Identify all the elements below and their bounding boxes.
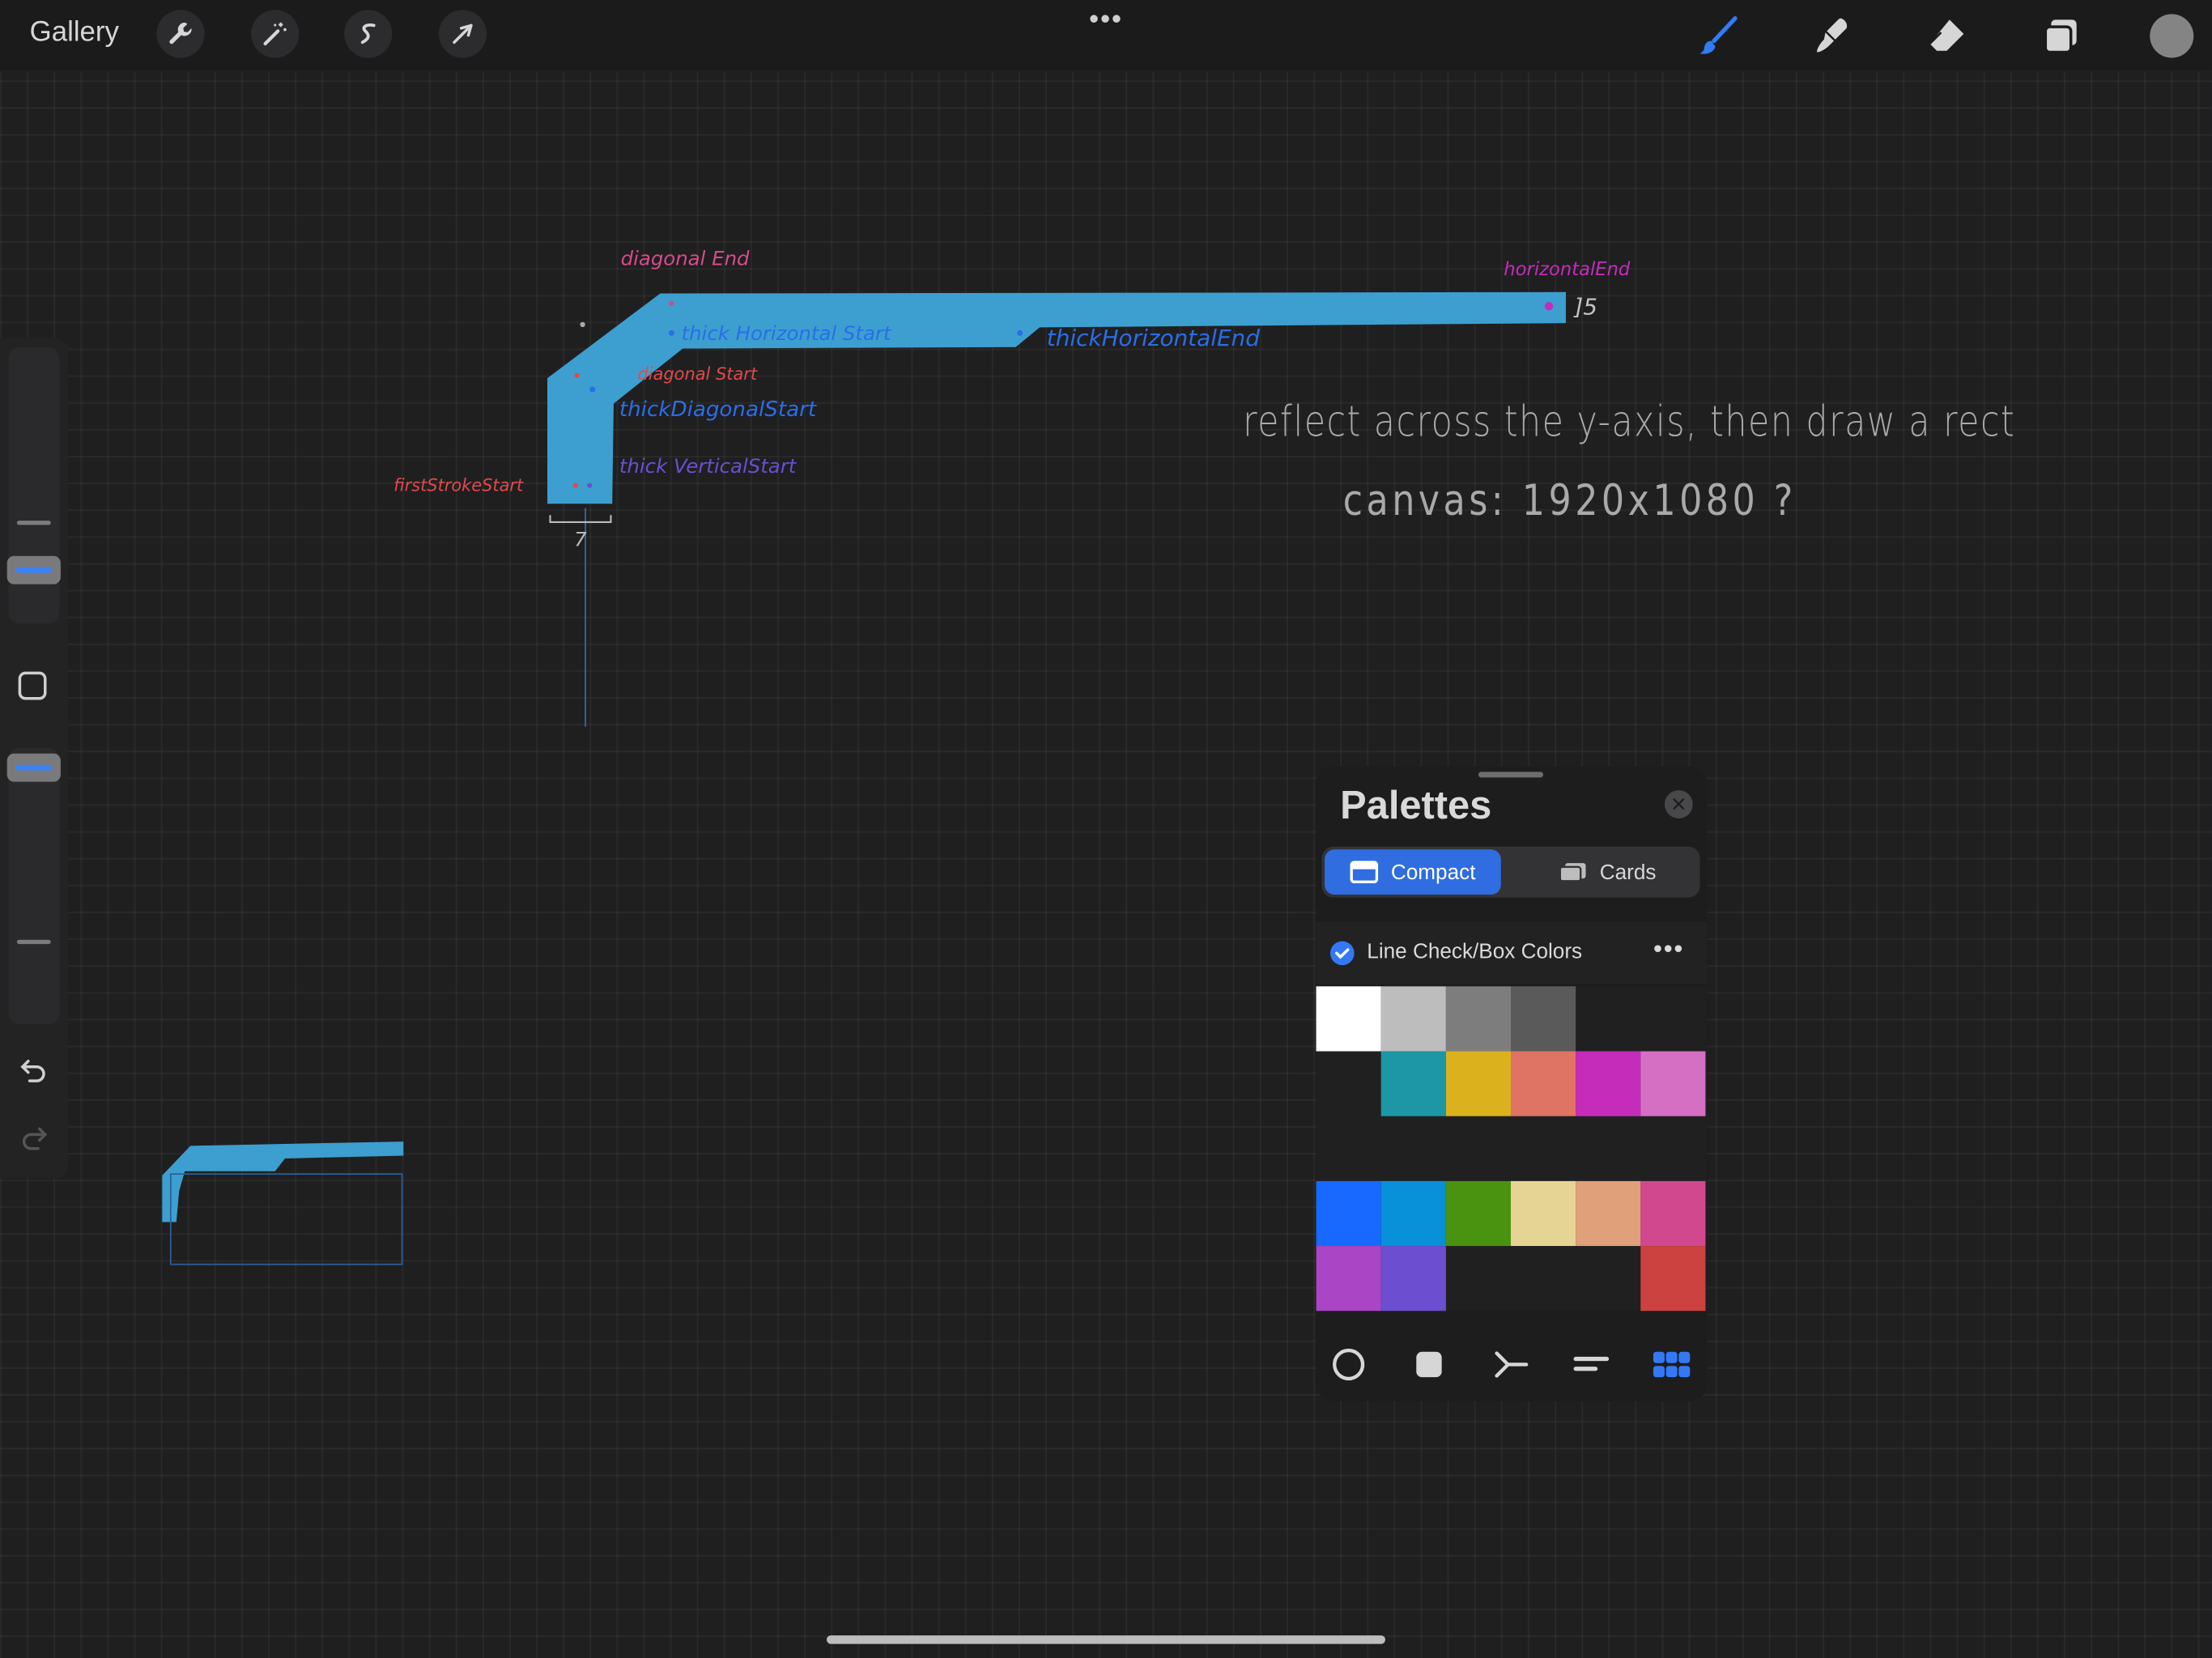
- label-horizontal-end: horizontalEnd: [1504, 259, 1631, 281]
- color-swatch[interactable]: [1576, 1180, 1641, 1247]
- color-swatch[interactable]: [1640, 1180, 1706, 1247]
- undo-icon[interactable]: [17, 1052, 51, 1086]
- marker-dot: [1544, 302, 1554, 311]
- canvas-artwork: [162, 291, 1566, 1265]
- square-icon[interactable]: [18, 671, 47, 700]
- label-five: ]5: [1574, 293, 1598, 321]
- color-swatch[interactable]: [1380, 1051, 1446, 1116]
- size-tick: [16, 521, 51, 525]
- marker-dot: [580, 321, 585, 328]
- palette-name: Line Check/Box Colors: [1367, 939, 1583, 964]
- marker-dot: [668, 329, 674, 336]
- color-swatch[interactable]: [1380, 986, 1446, 1052]
- color-swatch[interactable]: [1380, 1180, 1446, 1247]
- color-swatch[interactable]: [1316, 1180, 1381, 1247]
- color-swatch[interactable]: [1445, 986, 1512, 1052]
- panel-title: Palettes: [1340, 783, 1492, 827]
- magic-wand-icon[interactable]: [251, 10, 300, 58]
- home-indicator[interactable]: [826, 1635, 1385, 1644]
- color-swatch[interactable]: [1445, 1180, 1512, 1247]
- brush-size-knob[interactable]: [6, 555, 61, 585]
- color-mode-bar: [1317, 1333, 1708, 1390]
- marker-dot: [574, 372, 580, 378]
- color-swatch[interactable]: [1576, 1051, 1641, 1116]
- label-first-stroke-start: firstStrokeStart: [393, 475, 524, 495]
- layers-icon[interactable]: [2035, 11, 2087, 62]
- tab-compact[interactable]: Compact: [1325, 849, 1501, 895]
- left-sidebar: [0, 338, 68, 1179]
- harmony-icon[interactable]: [1491, 1345, 1531, 1384]
- disc-icon[interactable]: [1329, 1345, 1368, 1384]
- palette-header[interactable]: Line Check/Box Colors •••: [1316, 921, 1708, 984]
- ellipsis-icon[interactable]: •••: [1087, 6, 1124, 34]
- color-swatch[interactable]: [1316, 986, 1381, 1052]
- gallery-button[interactable]: Gallery: [30, 17, 119, 49]
- color-swatch[interactable]: [1511, 986, 1576, 1052]
- palettes-panel: Palettes ✕ Compact Cards Line Check/Box …: [1316, 766, 1708, 1401]
- label-thick-horizontal-start: thick Horizontal Start: [681, 323, 891, 346]
- value-icon[interactable]: [1572, 1345, 1611, 1384]
- color-swatch[interactable]: [1316, 1246, 1381, 1312]
- procreate-screen: diagonal End horizontalEnd ]5 thick Hori…: [0, 0, 2212, 1658]
- eraser-icon[interactable]: [1921, 11, 1972, 62]
- smudge-icon[interactable]: [1807, 11, 1858, 62]
- close-icon[interactable]: ✕: [1664, 790, 1693, 818]
- color-swatch[interactable]: [1640, 1051, 1706, 1116]
- tab-cards-label: Cards: [1599, 860, 1657, 884]
- ellipsis-icon[interactable]: •••: [1653, 934, 1684, 964]
- label-thick-horizontal-end: thickHorizontalEnd: [1046, 324, 1260, 352]
- note-line-2: canvas: 1920x1080 ?: [1342, 477, 1797, 527]
- label-thick-vertical-start: thick VerticalStart: [619, 455, 797, 478]
- view-mode-toggle: Compact Cards: [1321, 846, 1700, 898]
- marker-dot: [587, 483, 593, 488]
- color-swatch[interactable]: [1640, 1246, 1706, 1312]
- color-swatch[interactable]: [1511, 1051, 1576, 1116]
- panel-grabber[interactable]: [1478, 772, 1544, 778]
- width-bracket: [549, 515, 612, 523]
- compact-icon: [1350, 861, 1379, 884]
- selection-s-icon[interactable]: [344, 10, 393, 58]
- marker-dot: [669, 300, 674, 306]
- opacity-tick: [16, 939, 51, 945]
- tab-compact-label: Compact: [1390, 860, 1476, 884]
- redo-icon[interactable]: [17, 1120, 51, 1154]
- current-color-swatch[interactable]: [2150, 14, 2194, 58]
- wrench-icon[interactable]: [156, 10, 205, 58]
- marker-dot: [572, 483, 578, 488]
- note-line-1: reflect across the y-axis, then draw a r…: [1242, 397, 2016, 448]
- color-swatch[interactable]: [1511, 1180, 1576, 1247]
- marker-dot: [1017, 329, 1023, 336]
- cards-icon: [1559, 863, 1586, 882]
- small-rect: [169, 1173, 403, 1265]
- opacity-slider[interactable]: [8, 747, 60, 1025]
- default-check-icon[interactable]: [1329, 941, 1355, 966]
- color-swatch[interactable]: [1445, 1051, 1512, 1116]
- opacity-knob[interactable]: [6, 753, 61, 782]
- tab-cards[interactable]: Cards: [1519, 849, 1695, 895]
- palettes-grid-icon[interactable]: [1652, 1345, 1691, 1384]
- marker-dot: [589, 386, 596, 393]
- classic-icon[interactable]: [1410, 1345, 1449, 1384]
- top-toolbar: Gallery •••: [0, 0, 2212, 72]
- color-swatch[interactable]: [1380, 1246, 1446, 1312]
- label-diagonal-end: diagonal End: [620, 248, 750, 271]
- arrow-cursor-icon[interactable]: [438, 10, 487, 58]
- swatch-grid: [1316, 986, 1708, 1312]
- brush-icon[interactable]: [1693, 11, 1744, 62]
- label-seven: 7: [574, 529, 587, 552]
- label-thick-diagonal-start: thickDiagonalStart: [619, 396, 817, 423]
- small-stroke: [162, 1141, 404, 1222]
- label-diagonal-start: diagonal Start: [637, 363, 758, 385]
